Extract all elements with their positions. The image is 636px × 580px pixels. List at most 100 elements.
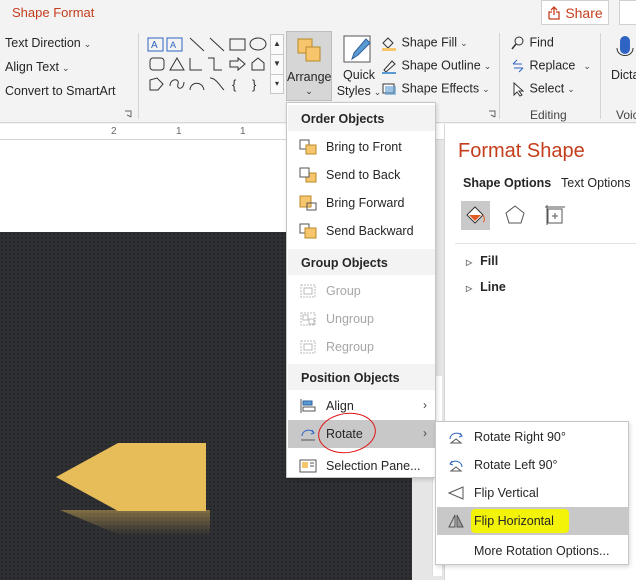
find-button[interactable]: Find <box>510 35 554 51</box>
send-backward-item[interactable]: Send Backward <box>288 217 435 245</box>
group-item[interactable]: Group <box>288 277 435 305</box>
quick-styles-button[interactable]: Quick Styles ⌄ <box>336 33 382 99</box>
chevron-down-icon: ⌄ <box>583 61 591 72</box>
order-objects-header: Order Objects <box>301 112 385 126</box>
group-objects-header: Group Objects <box>301 256 388 270</box>
position-objects-header: Position Objects <box>301 371 400 385</box>
pentagon-icon[interactable] <box>503 203 527 227</box>
chevron-right-icon: › <box>423 426 427 440</box>
ribbon-separator <box>138 33 139 119</box>
shape-fill-button[interactable]: Shape Fill ⌄ <box>380 35 468 51</box>
fill-section[interactable]: ▷ Fill <box>466 254 498 268</box>
svg-text:{: { <box>232 77 237 92</box>
find-label: Find <box>529 35 554 50</box>
fill-line-tab[interactable] <box>461 201 490 230</box>
pane-divider <box>455 243 636 244</box>
regroup-item[interactable]: Regroup <box>288 333 435 361</box>
line-section[interactable]: ▷ Line <box>466 280 506 294</box>
shape-fill-label: Shape Fill <box>401 35 458 50</box>
rotate-left-item[interactable]: Rotate Left 90° <box>437 451 628 479</box>
selection-pane-item[interactable]: Selection Pane... <box>288 452 435 480</box>
quick-styles-label-2: Styles ⌄ <box>336 84 382 98</box>
arrange-icon <box>297 38 321 62</box>
tab-text-options[interactable]: Text Options <box>561 176 630 190</box>
share-icon <box>548 5 560 20</box>
group-label: Group <box>326 284 361 298</box>
shape-outline-button[interactable]: Shape Outline ⌄ <box>380 58 491 74</box>
shape-effects-button[interactable]: Shape Effects ⌄ <box>380 81 490 97</box>
chevron-right-icon: ▷ <box>466 284 473 293</box>
send-to-back-item[interactable]: Send to Back <box>288 161 435 189</box>
convert-smartart-button[interactable]: Convert to SmartArt <box>5 84 115 98</box>
text-direction-button[interactable]: Text Direction ⌄ <box>5 36 91 50</box>
effects-icon <box>382 83 396 95</box>
quick-styles-label-1: Quick <box>343 68 375 82</box>
bring-forward-icon <box>299 195 317 211</box>
rotate-right-item[interactable]: Rotate Right 90° <box>437 423 628 451</box>
selection-pane-icon <box>299 459 317 473</box>
rotate-left-label: Rotate Left 90° <box>474 458 558 472</box>
svg-text:A: A <box>151 40 158 51</box>
shape-format-tab[interactable]: Shape Format <box>12 5 94 20</box>
ungroup-label: Ungroup <box>326 312 374 326</box>
pentagon-arrow-shape[interactable] <box>56 443 208 511</box>
gallery-up-icon[interactable]: ▲ <box>271 35 283 55</box>
chevron-right-icon: ▷ <box>466 258 473 267</box>
share-button[interactable]: Share <box>541 0 609 25</box>
ruler-tick-label: 2 <box>111 126 117 137</box>
tab-shape-options[interactable]: Shape Options <box>463 176 551 190</box>
chevron-down-icon: ⌄ <box>483 61 492 72</box>
ungroup-item[interactable]: Ungroup <box>288 305 435 333</box>
ungroup-icon <box>300 312 316 326</box>
select-button[interactable]: Select ⌄ <box>510 81 575 97</box>
bring-to-front-icon <box>299 139 317 155</box>
chevron-down-icon: ⌄ <box>61 63 70 73</box>
gallery-scroll[interactable]: ▲ ▼ ▾ <box>270 34 284 94</box>
replace-icon <box>512 59 524 73</box>
chevron-down-icon: ⌄ <box>482 84 490 95</box>
arrange-button[interactable]: Arrange ⌄ <box>286 31 332 101</box>
size-properties-icon[interactable] <box>543 203 567 227</box>
svg-text:}: } <box>252 77 257 92</box>
bring-to-front-label: Bring to Front <box>326 140 402 154</box>
comments-button[interactable] <box>619 0 636 25</box>
paint-bucket-icon <box>382 37 396 51</box>
group-icon <box>300 284 316 298</box>
shape-effects-label: Shape Effects <box>401 81 480 96</box>
flip-horizontal-icon <box>448 514 464 528</box>
more-rotation-options-item[interactable]: More Rotation Options... <box>437 537 628 565</box>
text-direction-label: Text Direction <box>5 36 81 50</box>
chevron-down-icon: ⌄ <box>567 84 575 95</box>
regroup-icon <box>300 340 316 354</box>
flip-vertical-label: Flip Vertical <box>474 486 539 500</box>
flip-horizontal-item[interactable]: Flip Horizontal <box>437 507 628 535</box>
dialog-launcher-icon[interactable] <box>124 110 132 118</box>
regroup-label: Regroup <box>326 340 374 354</box>
share-label: Share <box>565 4 603 21</box>
bring-forward-label: Bring Forward <box>326 196 405 210</box>
align-text-label: Align Text <box>5 60 59 74</box>
send-backward-icon <box>299 223 317 239</box>
shapes-gallery[interactable]: A A { } <box>146 34 270 94</box>
shape-reflection <box>60 510 210 536</box>
align-text-button[interactable]: Align Text ⌄ <box>5 60 70 74</box>
replace-label: Replace <box>529 58 576 73</box>
chevron-down-icon: ⌄ <box>83 39 92 49</box>
shape-outline-label: Shape Outline <box>401 58 481 73</box>
gallery-more-icon[interactable]: ▾ <box>271 75 283 95</box>
quick-styles-icon <box>343 35 371 63</box>
bring-to-front-item[interactable]: Bring to Front <box>288 133 435 161</box>
flip-horizontal-label: Flip Horizontal <box>474 514 554 528</box>
dialog-launcher-icon[interactable] <box>488 110 496 118</box>
microphone-icon[interactable] <box>614 34 636 64</box>
flip-vertical-icon <box>447 486 464 500</box>
gallery-down-icon[interactable]: ▼ <box>271 55 283 75</box>
flip-vertical-item[interactable]: Flip Vertical <box>437 479 628 507</box>
ribbon-separator <box>600 33 601 119</box>
dictate-label[interactable]: Dicta <box>611 68 636 82</box>
bring-forward-item[interactable]: Bring Forward <box>288 189 435 217</box>
rotate-submenu: Rotate Right 90° Rotate Left 90° Flip Ve… <box>435 421 629 565</box>
voice-group-label: Voic <box>616 108 636 122</box>
send-to-back-label: Send to Back <box>326 168 401 182</box>
replace-button[interactable]: Replace ⌄ <box>510 58 591 74</box>
